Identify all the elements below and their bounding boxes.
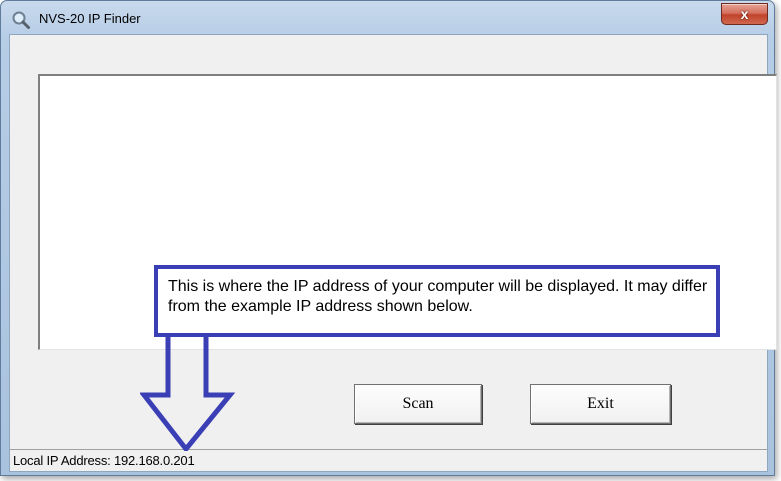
status-bar: Local IP Address: 192.168.0.201	[10, 449, 767, 471]
client-area: Scan Exit Local IP Address: 192.168.0.20…	[9, 34, 777, 472]
annotation-callout: This is where the IP address of your com…	[154, 265, 720, 337]
title-bar[interactable]: NVS-20 IP Finder x	[1, 1, 774, 35]
close-icon: x	[740, 6, 749, 22]
ip-finder-window: NVS-20 IP Finder x Scan Exit Local IP Ad…	[0, 0, 777, 476]
annotation-text: This is where the IP address of your com…	[168, 278, 708, 315]
close-button[interactable]: x	[721, 3, 768, 25]
exit-button[interactable]: Exit	[530, 384, 671, 424]
window-title: NVS-20 IP Finder	[39, 11, 141, 26]
scan-button[interactable]: Scan	[354, 384, 482, 424]
local-ip-address: Local IP Address: 192.168.0.201	[13, 453, 195, 468]
magnifier-icon	[11, 10, 31, 30]
arrow-down-icon	[140, 337, 236, 451]
